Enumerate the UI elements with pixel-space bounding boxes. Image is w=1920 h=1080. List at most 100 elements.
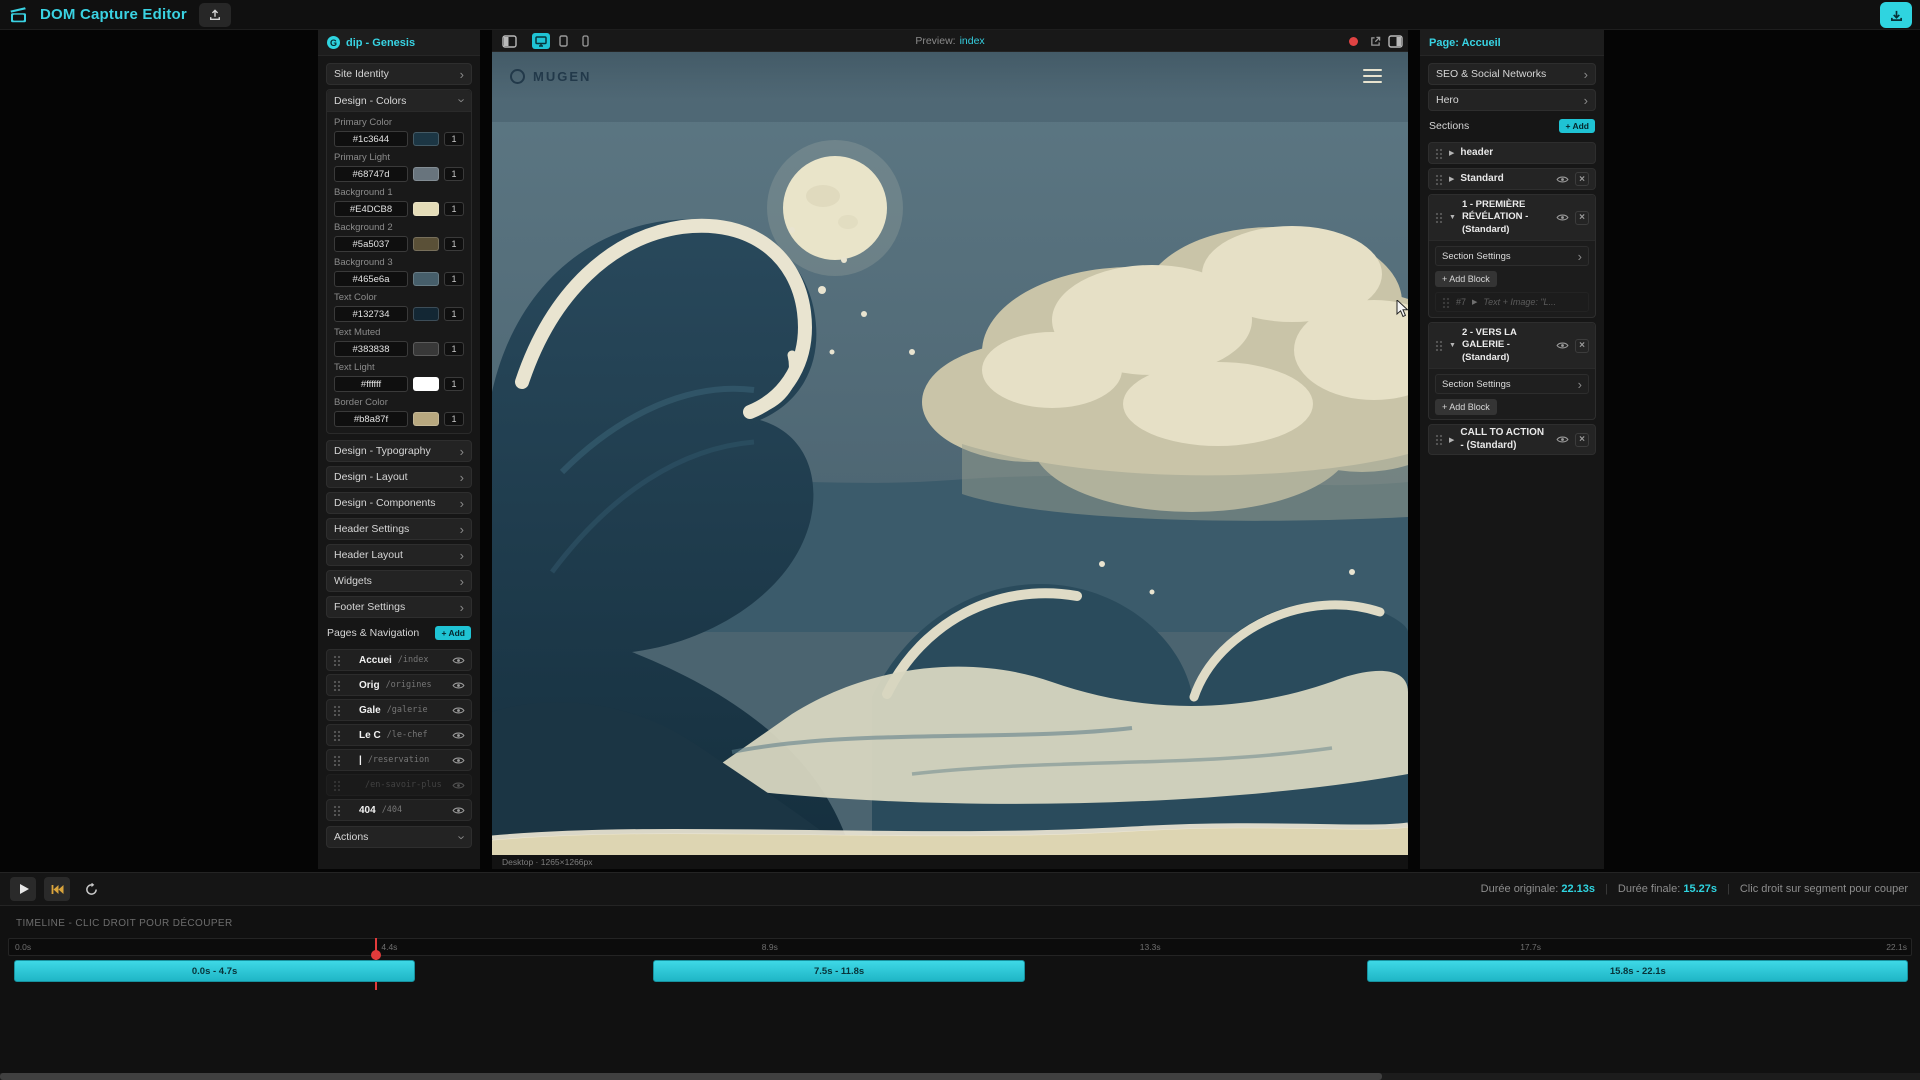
drag-handle-icon[interactable] [333,680,341,691]
drag-handle-icon[interactable] [333,805,341,816]
color-swatch[interactable] [413,202,439,216]
color-swatch[interactable] [413,377,439,391]
color-hex-input[interactable]: #465e6a [334,271,408,287]
section-row[interactable]: ▼2 - VERS LA GALERIE - (Standard)× [1429,323,1595,369]
color-swatch[interactable] [413,307,439,321]
accordion-header-layout[interactable]: Header Layout› [326,544,472,566]
page-name[interactable]: | [359,755,362,766]
triangle-down-icon[interactable]: ▼ [1449,214,1456,221]
add-page-button[interactable]: + Add [435,626,471,640]
color-hex-input[interactable]: #E4DCB8 [334,201,408,217]
site-logo[interactable]: MUGEN [510,69,591,84]
timeline-segment[interactable]: 7.5s - 11.8s [653,960,1024,982]
toggle-visibility-button[interactable] [1556,175,1569,184]
accordion-header-settings[interactable]: Header Settings› [326,518,472,540]
color-swatch[interactable] [413,412,439,426]
toggle-visibility-button[interactable] [452,806,465,815]
drag-handle-icon[interactable] [333,655,341,666]
accordion-actions[interactable]: Actions › [326,826,472,848]
toggle-visibility-button[interactable] [1556,435,1569,444]
color-opacity-input[interactable]: 1 [444,272,464,286]
page-row[interactable]: Le C/le-chef [326,724,472,746]
color-swatch[interactable] [413,167,439,181]
remove-section-button[interactable]: × [1575,339,1589,353]
color-opacity-input[interactable]: 1 [444,132,464,146]
color-hex-input[interactable]: #1c3644 [334,131,408,147]
page-row[interactable]: Orig/origines [326,674,472,696]
drag-handle-icon[interactable] [1435,212,1443,223]
remove-section-button[interactable]: × [1575,172,1589,186]
color-swatch[interactable] [413,272,439,286]
section-row[interactable]: ▼1 - PREMIÈRE RÉVÉLATION - (Standard)× [1429,195,1595,241]
page-row[interactable]: |/reservation [326,749,472,771]
drag-handle-icon[interactable] [333,705,341,716]
accordion-widgets[interactable]: Widgets› [326,570,472,592]
toggle-visibility-button[interactable] [1556,213,1569,222]
color-opacity-input[interactable]: 1 [444,307,464,321]
color-opacity-input[interactable]: 1 [444,237,464,251]
accordion-hero[interactable]: Hero› [1428,89,1596,111]
page-row[interactable]: Accuei/index [326,649,472,671]
toggle-visibility-button[interactable] [452,656,465,665]
accordion-seo-social-networks[interactable]: SEO & Social Networks› [1428,63,1596,85]
color-swatch[interactable] [413,342,439,356]
timeline-segment[interactable]: 15.8s - 22.1s [1367,960,1908,982]
color-swatch[interactable] [413,132,439,146]
color-hex-input[interactable]: #5a5037 [334,236,408,252]
drag-handle-icon[interactable] [333,730,341,741]
toggle-right-panel-button[interactable] [1386,33,1404,49]
skip-to-start-button[interactable] [44,877,70,901]
accordion-design-components[interactable]: Design - Components› [326,492,472,514]
drag-handle-icon[interactable] [1435,434,1443,445]
drag-handle-icon[interactable] [333,780,341,791]
add-block-button[interactable]: + Add Block [1435,271,1497,287]
page-row[interactable]: 404/404 [326,799,472,821]
section-row[interactable]: ▶Standard× [1428,168,1596,190]
color-opacity-input[interactable]: 1 [444,202,464,216]
drag-handle-icon[interactable] [1442,297,1450,308]
color-opacity-input[interactable]: 1 [444,412,464,426]
drag-handle-icon[interactable] [1435,340,1443,351]
color-opacity-input[interactable]: 1 [444,377,464,391]
drag-handle-icon[interactable] [333,755,341,766]
triangle-right-icon[interactable]: ▶ [1449,149,1454,157]
timeline-segment[interactable]: 0.0s - 4.7s [14,960,416,982]
accordion-design-layout[interactable]: Design - Layout› [326,466,472,488]
page-name[interactable]: Orig [359,680,380,691]
toggle-visibility-button[interactable] [1556,341,1569,350]
section-settings-row[interactable]: Section Settings› [1435,374,1589,394]
color-opacity-input[interactable]: 1 [444,167,464,181]
accordion-site-identity[interactable]: Site Identity› [326,63,472,85]
accordion-design-typography[interactable]: Design - Typography› [326,440,472,462]
color-swatch[interactable] [413,237,439,251]
record-button[interactable] [1344,33,1362,49]
toggle-visibility-button[interactable] [452,756,465,765]
color-hex-input[interactable]: #68747d [334,166,408,182]
color-hex-input[interactable]: #b8a87f [334,411,408,427]
page-row[interactable]: Gale/galerie [326,699,472,721]
color-opacity-input[interactable]: 1 [444,342,464,356]
triangle-right-icon[interactable]: ▶ [1472,298,1477,306]
accordion-footer-settings[interactable]: Footer Settings› [326,596,472,618]
toggle-visibility-button[interactable] [452,681,465,690]
triangle-right-icon[interactable]: ▶ [1449,436,1454,444]
page-row[interactable]: /en-savoir-plus [326,774,472,796]
horizontal-scrollbar[interactable] [0,1073,1920,1080]
play-button[interactable] [10,877,36,901]
block-row[interactable]: #7▶Text + Image: "L... [1435,292,1589,312]
playhead-handle[interactable] [371,950,381,960]
color-hex-input[interactable]: #132734 [334,306,408,322]
triangle-down-icon[interactable]: ▼ [1449,342,1456,349]
download-button[interactable] [1880,2,1912,28]
page-name[interactable]: Gale [359,705,381,716]
toggle-visibility-button[interactable] [452,706,465,715]
section-settings-row[interactable]: Section Settings› [1435,246,1589,266]
page-name[interactable]: Le C [359,730,381,741]
section-row[interactable]: ▶CALL TO ACTION - (Standard)× [1428,424,1596,455]
color-hex-input[interactable]: #ffffff [334,376,408,392]
drag-handle-icon[interactable] [1435,148,1443,159]
color-hex-input[interactable]: #383838 [334,341,408,357]
reset-button[interactable] [78,877,104,901]
triangle-right-icon[interactable]: ▶ [1449,175,1454,183]
add-block-button[interactable]: + Add Block [1435,399,1497,415]
